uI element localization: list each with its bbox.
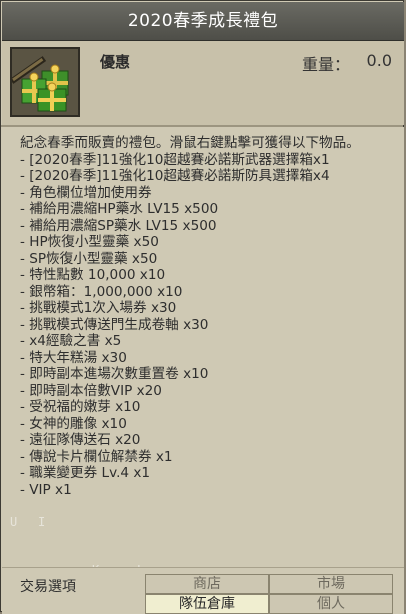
reward-item: - SP恢復小型靈藥 x50	[20, 250, 158, 267]
gift-boxes-icon	[10, 47, 80, 117]
trade-options-label: 交易選項	[20, 579, 76, 595]
trade-option-market: 市場	[269, 574, 393, 594]
trade-options-footer: 交易選項 商店 市場 隊伍倉庫 個人	[2, 567, 404, 614]
reward-item: - x4經驗之書 x5	[20, 333, 122, 349]
reward-item: - [2020春季]11強化10超越賽必諾斯武器選擇箱x1	[20, 151, 330, 168]
reward-list: - [2020春季]11強化10超越賽必諾斯武器選擇箱x1 - [2020春季]…	[20, 152, 392, 499]
item-title: 2020春季成長禮包	[2, 2, 404, 41]
trade-option-party-storage: 隊伍倉庫	[145, 594, 269, 614]
reward-item: - 即時副本進場次數重置卷 x10	[20, 366, 209, 382]
reward-item: - [2020春季]11強化10超越賽必諾斯防具選擇箱x4	[20, 168, 330, 184]
reward-item: - 受祝福的嫩芽 x10	[20, 399, 141, 415]
hotkey-letter-u: U	[10, 515, 18, 529]
reward-item: - 即時副本倍數VIP x20	[20, 382, 162, 399]
trade-option-shop: 商店	[145, 574, 269, 594]
trade-option-personal: 個人	[269, 594, 393, 614]
reward-item: - 補給用濃縮SP藥水 LV15 x500	[20, 217, 217, 234]
gift-boxes-graphic	[12, 49, 78, 115]
hotkey-letter-i: I	[38, 515, 46, 529]
reward-item: - 女神的雕像 x10	[20, 415, 127, 432]
weight-value: 0.0	[366, 51, 392, 70]
reward-item: - 補給用濃縮HP藥水 LV15 x500	[20, 201, 219, 217]
reward-item: - 角色欄位增加使用券	[20, 184, 152, 201]
reward-item: - 職業變更券 Lv.4 x1	[20, 465, 151, 481]
reward-item: - 特性點數 10,000 x10	[20, 267, 166, 283]
item-header: 優惠 重量： 0.0	[2, 41, 404, 125]
description-text: 紀念春季而販賣的禮包。滑鼠右鍵點擊可獲得以下物品。 - [2020春季]11強化…	[20, 135, 392, 498]
description-intro: 紀念春季而販賣的禮包。滑鼠右鍵點擊可獲得以下物品。	[20, 135, 360, 151]
reward-item: - HP恢復小型靈藥 x50	[20, 234, 159, 250]
item-category: 優惠	[100, 53, 131, 71]
reward-item: - VIP x1	[20, 481, 72, 498]
reward-item: - 挑戰模式傳送門生成卷軸 x30	[20, 316, 209, 333]
reward-item: - 傳說卡片欄位解禁券 x1	[20, 448, 173, 465]
reward-item: - 特大年糕湯 x30	[20, 349, 127, 366]
reward-item: - 挑戰模式1次入場券 x30	[20, 300, 177, 316]
description-area: 紀念春季而販賣的禮包。滑鼠右鍵點擊可獲得以下物品。 - [2020春季]11強化…	[2, 127, 404, 577]
reward-item: - 遠征隊傳送石 x20	[20, 432, 141, 448]
trade-options-grid: 商店 市場 隊伍倉庫 個人	[145, 574, 393, 614]
reward-item: - 銀幣箱：1,000,000 x10	[20, 283, 183, 300]
weight-label: 重量：	[301, 55, 350, 74]
item-tooltip: 2020春季成長禮包 優惠 重量： 0.0 紀念春季而販賣的禮包。滑鼠右鍵點擊可…	[0, 0, 404, 614]
